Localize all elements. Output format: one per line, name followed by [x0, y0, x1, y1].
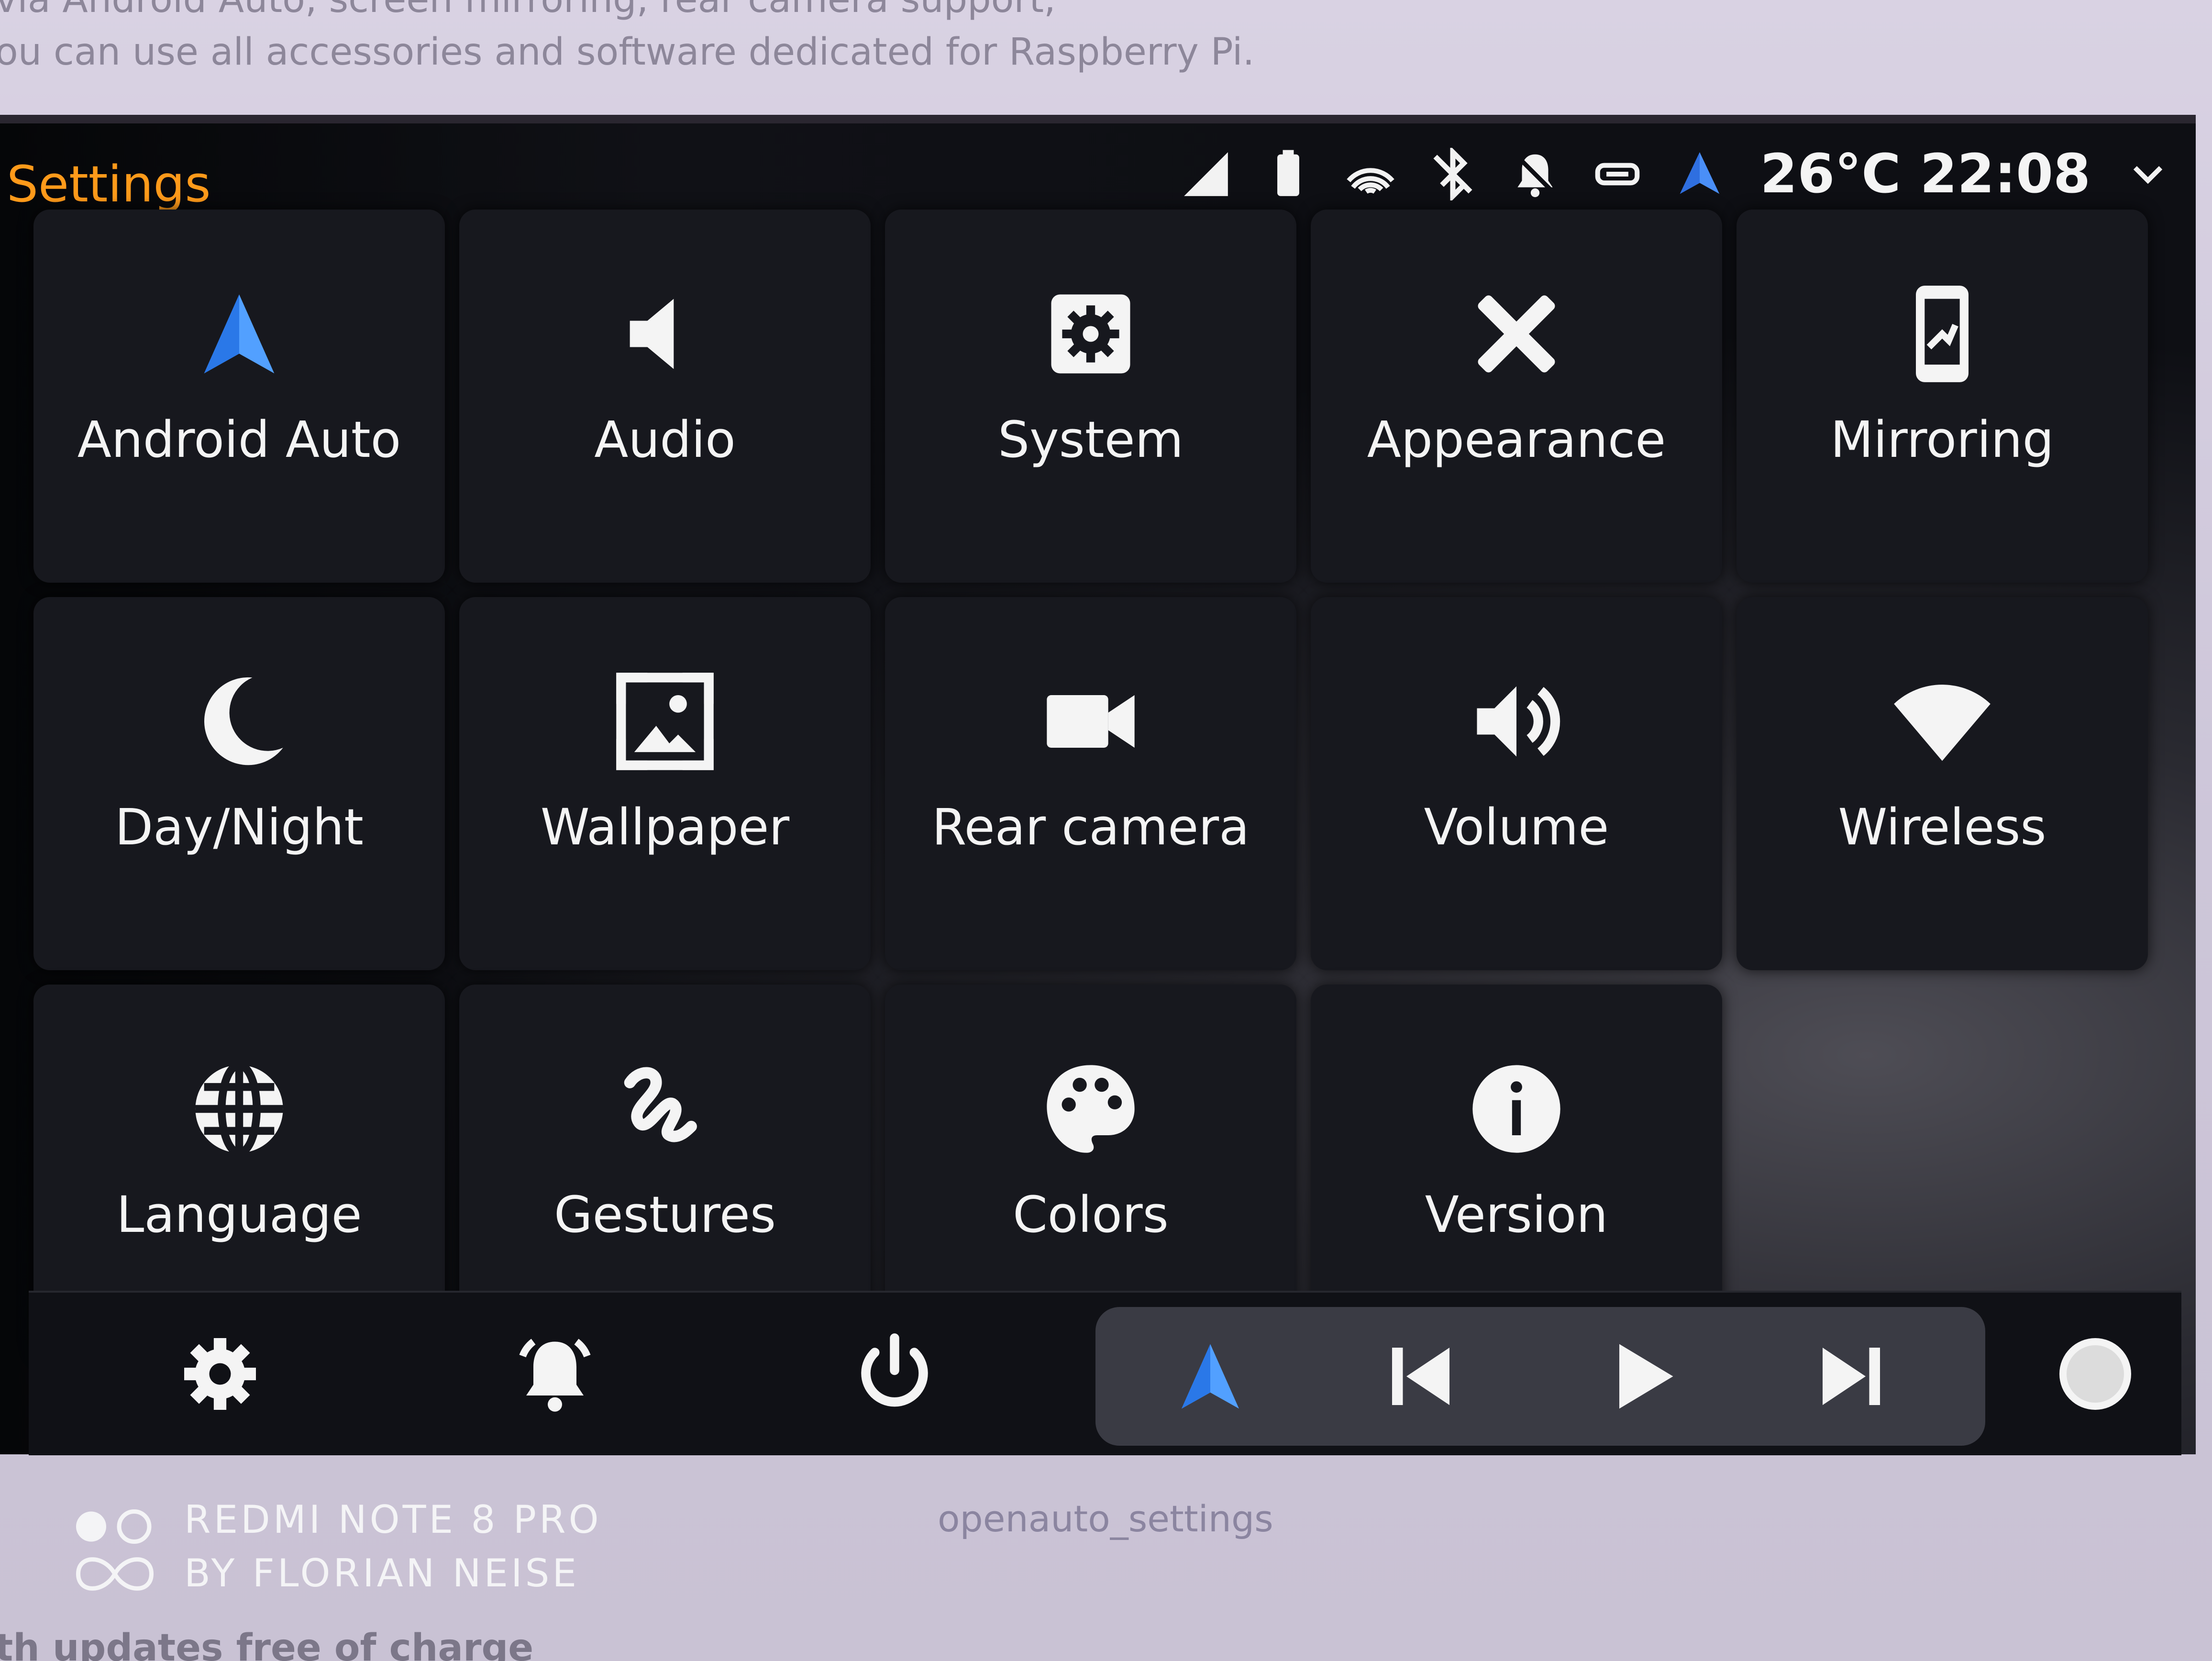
- power-icon[interactable]: [847, 1326, 942, 1422]
- chevron-down-icon[interactable]: [2119, 141, 2177, 208]
- tile-mirroring[interactable]: Mirroring: [1736, 210, 2148, 583]
- play-icon[interactable]: [1593, 1329, 1689, 1424]
- palette-icon: [1038, 1056, 1143, 1162]
- background-text-line-1: via Android Auto, screen mirroring, rear…: [0, 0, 1056, 21]
- tile-label: Mirroring: [1830, 410, 2054, 469]
- tile-label: System: [998, 410, 1183, 469]
- caption: openauto_settings: [938, 1497, 1273, 1540]
- tile-label: Day/Night: [115, 798, 364, 856]
- tile-label: Colors: [1013, 1185, 1169, 1244]
- tile-wireless[interactable]: Wireless: [1736, 597, 2148, 970]
- image-icon: [612, 669, 718, 774]
- tile-volume[interactable]: Volume: [1311, 597, 1722, 970]
- tile-day-night[interactable]: Day/Night: [33, 597, 445, 970]
- info-icon: [1464, 1056, 1569, 1162]
- page-title: Settings: [7, 155, 211, 213]
- tile-android-auto[interactable]: Android Auto: [33, 210, 445, 583]
- bluetooth-off-icon: [1412, 141, 1494, 208]
- tile-label: Appearance: [1367, 410, 1666, 469]
- brush-ruler-icon: [1464, 281, 1569, 387]
- tile-label: Wireless: [1838, 798, 2046, 856]
- tile-wallpaper[interactable]: Wallpaper: [459, 597, 871, 970]
- settings-gear-icon[interactable]: [172, 1326, 268, 1422]
- bottom-bar: [29, 1291, 2181, 1455]
- android-auto-icon: [1659, 141, 1741, 208]
- tile-label: Rear camera: [932, 798, 1250, 856]
- tile-system[interactable]: System: [885, 210, 1296, 583]
- tile-label: Language: [116, 1185, 362, 1244]
- android-auto-icon: [187, 281, 292, 387]
- skip-previous-icon[interactable]: [1373, 1329, 1469, 1424]
- camera-watermark: REDMI NOTE 8 PRO BY FLORIAN NEISE: [72, 1497, 599, 1612]
- tile-rear-camera[interactable]: Rear camera: [885, 597, 1296, 970]
- cable-icon: [1576, 141, 1659, 208]
- tile-label: Version: [1425, 1185, 1608, 1244]
- home-circle-icon[interactable]: [2047, 1326, 2143, 1422]
- battery-icon: [1247, 141, 1329, 208]
- globe-icon: [187, 1056, 292, 1162]
- gesture-icon: [612, 1056, 718, 1162]
- tile-label: Audio: [594, 410, 736, 469]
- alarm-bell-icon[interactable]: [507, 1326, 603, 1422]
- background-text-line-3: th updates free of charge: [0, 1627, 534, 1661]
- tile-appearance[interactable]: Appearance: [1311, 210, 1722, 583]
- status-bar: 26°C 22:08: [1165, 141, 2177, 208]
- skip-next-icon[interactable]: [1803, 1329, 1899, 1424]
- temperature-readout: 26°C: [1760, 143, 1901, 205]
- openauto-screen: Settings 26°C 22:08 Android Auto Audio S…: [0, 115, 2196, 1455]
- photo-background: via Android Auto, screen mirroring, rear…: [0, 0, 2212, 1661]
- volume-icon: [1464, 669, 1569, 774]
- speaker-icon: [612, 281, 718, 387]
- tile-label: Wallpaper: [540, 798, 790, 856]
- watermark-line-2: BY FLORIAN NEISE: [184, 1551, 579, 1595]
- clock: 22:08: [1920, 143, 2090, 205]
- watermark-line-1: REDMI NOTE 8 PRO: [184, 1497, 602, 1542]
- moon-icon: [187, 669, 292, 774]
- android-auto-icon[interactable]: [1162, 1329, 1258, 1424]
- background-text-line-2: ou can use all accessories and software …: [0, 31, 1255, 74]
- tile-label: Volume: [1424, 798, 1609, 856]
- phone-mirror-icon: [1890, 281, 1995, 387]
- signal-icon: [1165, 141, 1247, 208]
- wifi-wedge-icon: [1890, 669, 1995, 774]
- alarm-off-icon: [1494, 141, 1576, 208]
- tile-label: Gestures: [553, 1185, 776, 1244]
- settings-grid: Android Auto Audio System Appearance Mir…: [33, 210, 2177, 1358]
- video-camera-icon: [1038, 669, 1143, 774]
- tile-audio[interactable]: Audio: [459, 210, 871, 583]
- media-controls: [1095, 1307, 1985, 1446]
- wifi-icon: [1329, 141, 1412, 208]
- tile-label: Android Auto: [77, 410, 401, 469]
- gear-box-icon: [1038, 281, 1143, 387]
- watermark-logo-icon: [72, 1505, 158, 1600]
